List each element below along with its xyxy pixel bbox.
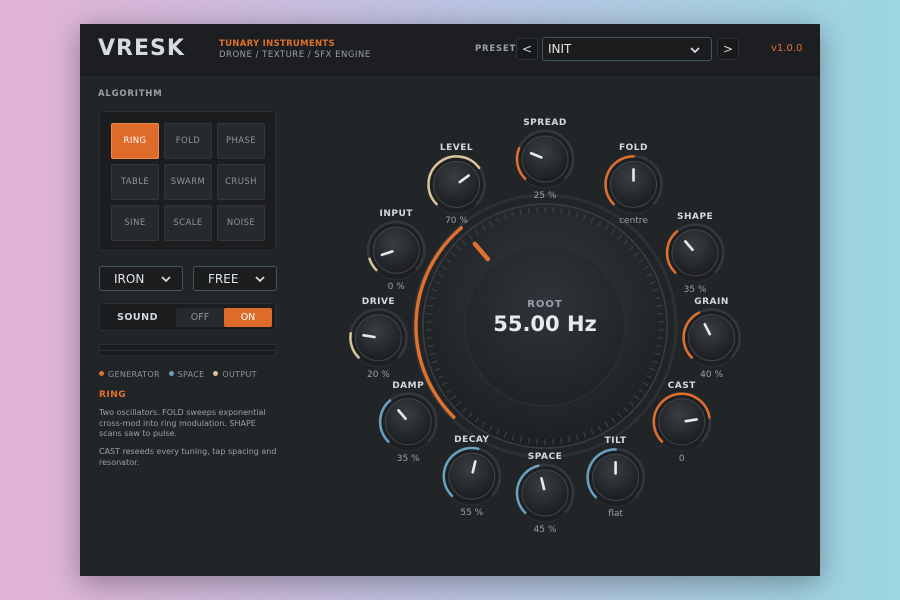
knob-fold[interactable] [603, 154, 663, 214]
knob-level[interactable] [427, 154, 487, 214]
knob-grain-label: GRAIN [694, 296, 729, 307]
knob-input[interactable] [366, 220, 426, 280]
knob-tilt[interactable] [586, 447, 646, 507]
knob-tilt-label: TILT [604, 436, 627, 447]
knob-pointer [362, 334, 376, 339]
knob-damp-label: DAMP [392, 380, 425, 391]
knob-spread[interactable] [515, 129, 575, 189]
knob-face [688, 314, 736, 362]
knob-damp[interactable] [378, 392, 438, 452]
knob-face [433, 160, 481, 208]
knob-face [521, 469, 569, 517]
knob-space[interactable] [515, 463, 575, 523]
knob-space-label: SPACE [527, 452, 563, 462]
root-knurl-tick [560, 437, 563, 444]
knob-face [354, 314, 402, 362]
root-knurl-tick [560, 208, 563, 215]
knob-fold-label: FOLD [618, 143, 648, 154]
knob-pointer [684, 418, 698, 423]
knob-decay-label: DECAY [454, 435, 490, 446]
knob-tilt-value: flat [608, 509, 623, 520]
root-knurl-tick [426, 337, 433, 340]
plugin-window: VRESK TUNARY INSTRUMENTS DRONE / TEXTURE… [80, 24, 820, 576]
knob-level-value: 70 % [445, 216, 468, 227]
knob-face [658, 398, 706, 446]
root-knurl-tick [657, 312, 664, 315]
knob-face [384, 398, 432, 446]
knob-spread-label: SPREAD [523, 118, 567, 128]
knob-face [448, 452, 496, 500]
knob-face [372, 226, 420, 274]
knob-space-value: 45 % [533, 525, 557, 535]
knob-cast-label: CAST [667, 380, 696, 391]
knob-drive[interactable] [348, 308, 408, 368]
root-knurl-tick [527, 208, 530, 215]
root-label: ROOT [527, 299, 563, 310]
knob-level-label: LEVEL [439, 143, 474, 154]
knob-face [521, 135, 569, 183]
root-knurl-tick [426, 312, 433, 315]
knob-shape-label: SHAPE [676, 211, 714, 222]
knob-cast-value: 0 [678, 453, 685, 464]
knob-drive-label: DRIVE [361, 296, 396, 307]
root-knurl-tick [657, 337, 664, 340]
knob-decay-value: 55 % [460, 508, 484, 519]
knob-decay[interactable] [442, 446, 502, 506]
knob-grain-value: 40 % [700, 369, 724, 380]
knob-shape-value: 35 % [683, 284, 707, 295]
root-value: 55.00 Hz [493, 312, 597, 336]
knob-input-value: 0 % [387, 282, 405, 293]
knob-grain[interactable] [682, 308, 742, 368]
knob-face [671, 229, 719, 277]
knob-damp-value: 35 % [396, 453, 420, 464]
knob-spread-value: 25 % [533, 191, 557, 201]
knob-drive-value: 20 % [366, 369, 390, 380]
knob-cast[interactable] [652, 392, 712, 452]
root-knurl-tick [527, 437, 530, 444]
knob-shape[interactable] [665, 223, 725, 283]
